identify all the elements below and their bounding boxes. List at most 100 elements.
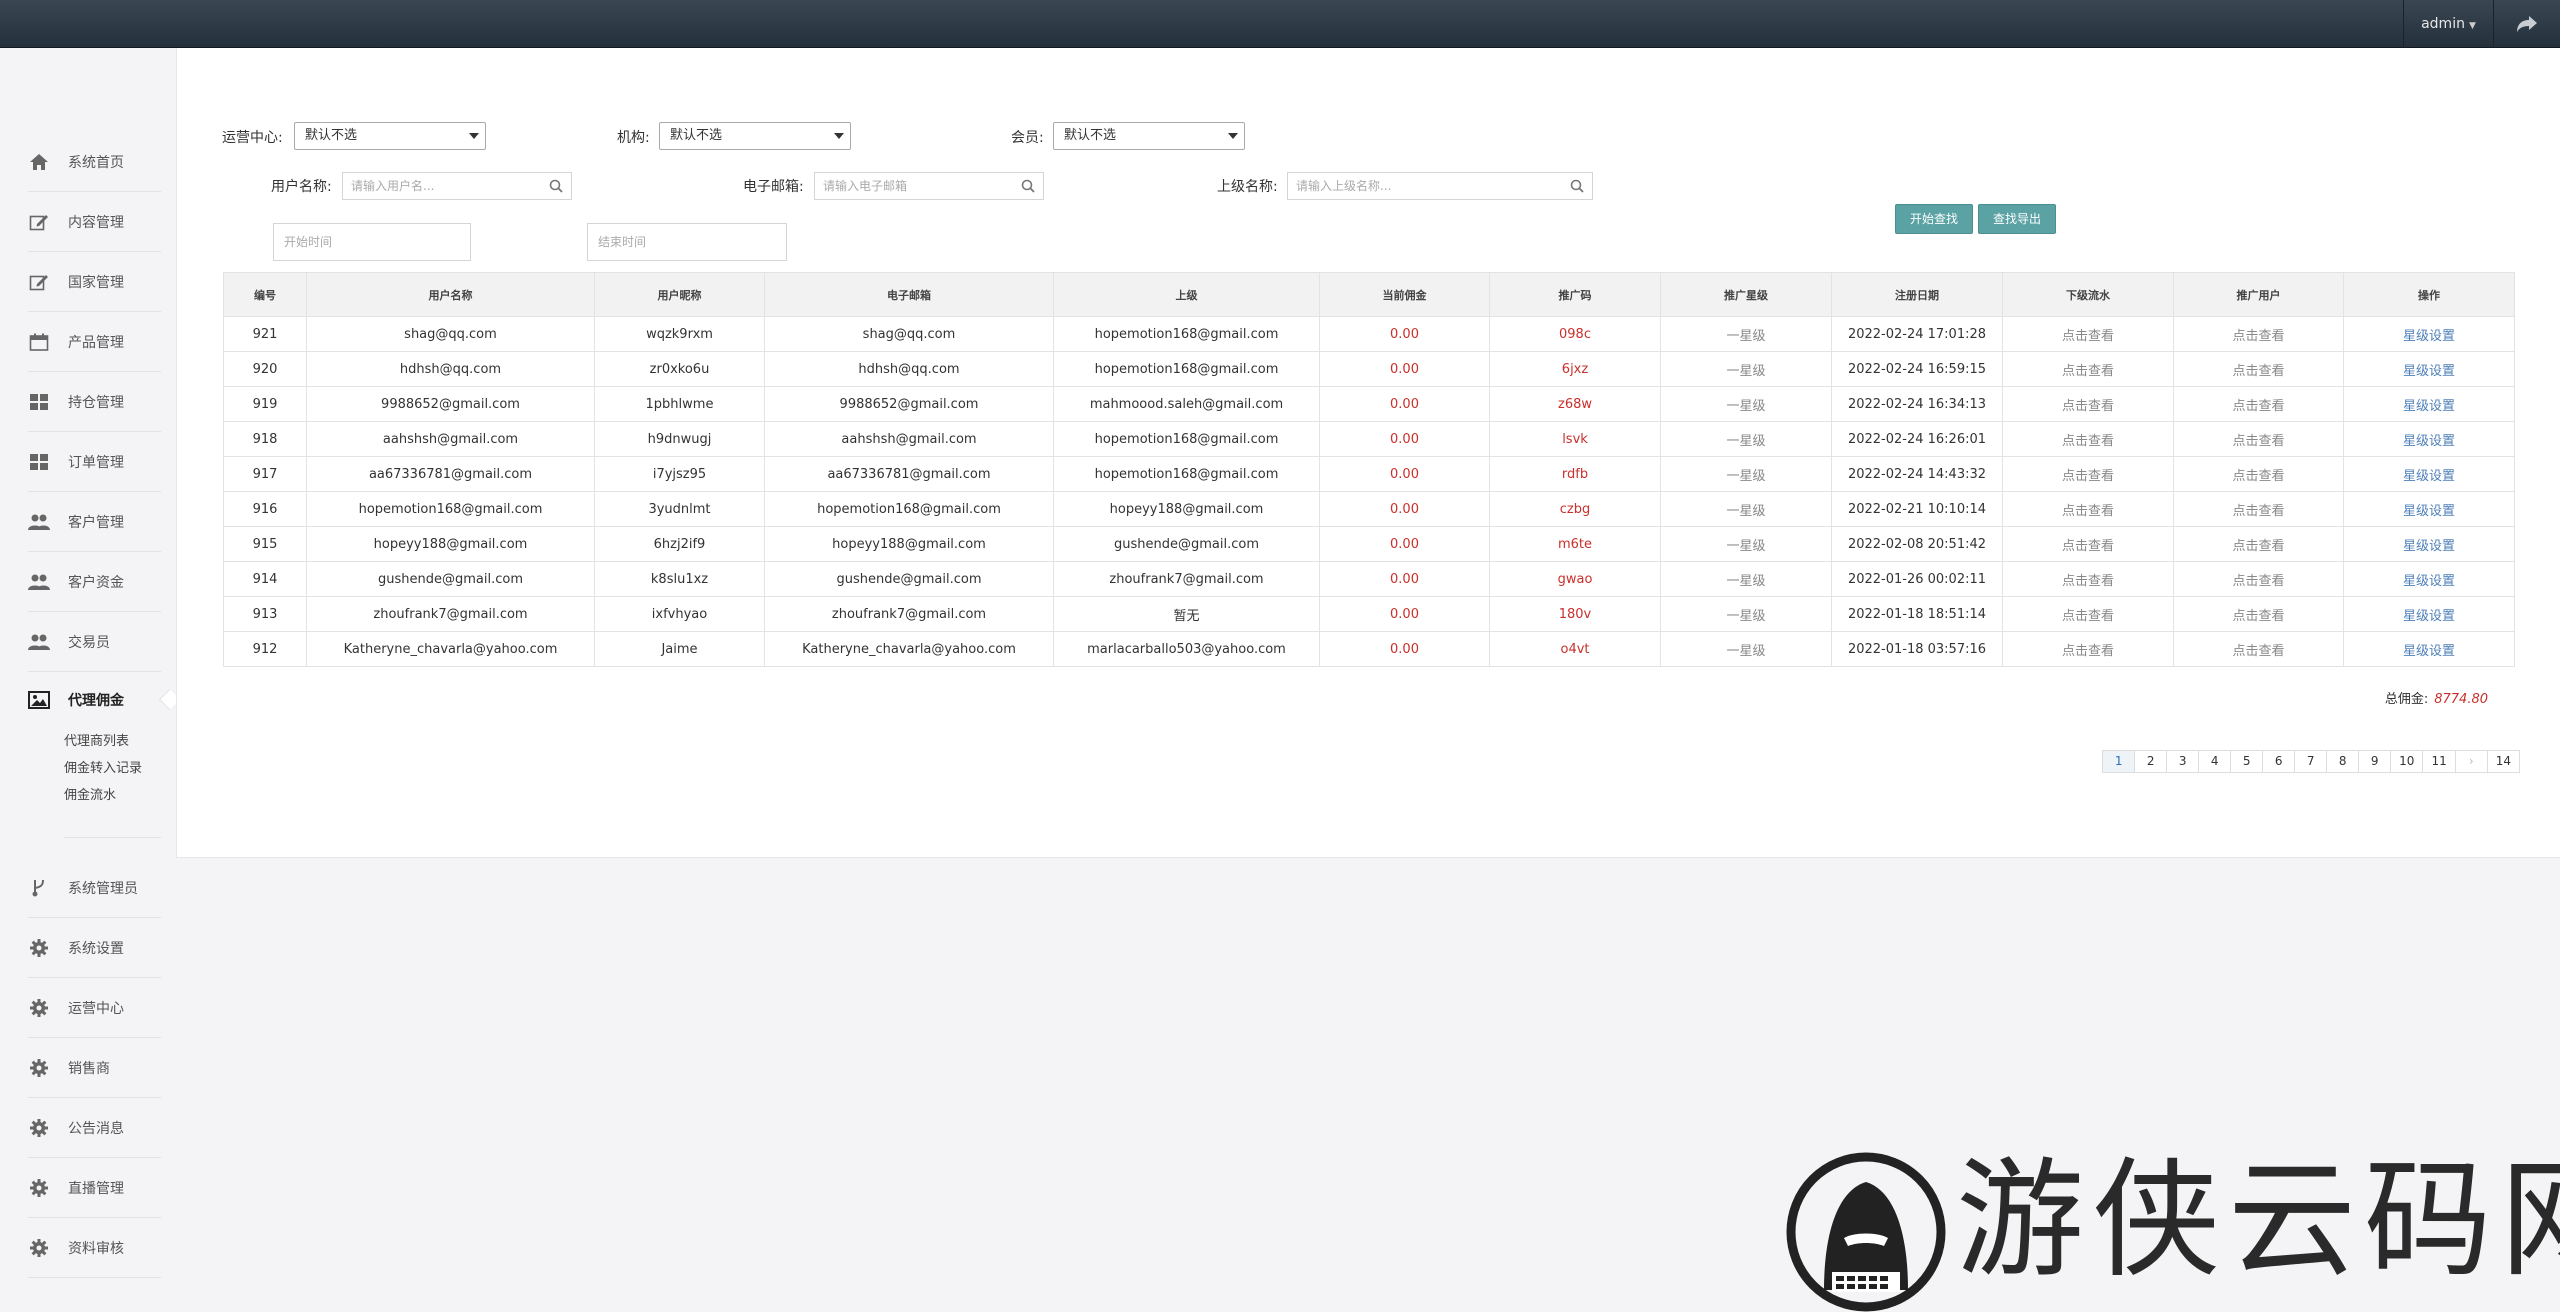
email-input[interactable]: 请输入电子邮箱: [814, 172, 1044, 200]
table-cell: 180v: [1489, 596, 1661, 632]
view-link[interactable]: 点击查看: [2173, 596, 2344, 632]
sidebar-item-17[interactable]: 资料审核: [28, 1218, 161, 1278]
sidebar-item-1[interactable]: 系统首页: [28, 132, 161, 192]
dropdown-arrow-icon: [834, 133, 844, 139]
sidebar-item-5[interactable]: 持仓管理: [28, 372, 161, 432]
sidebar-item-13[interactable]: 运营中心: [28, 978, 161, 1038]
view-link[interactable]: 点击查看: [2173, 421, 2344, 457]
view-link[interactable]: 点击查看: [2173, 526, 2344, 562]
page-button[interactable]: 6: [2262, 750, 2296, 773]
view-link[interactable]: 点击查看: [2002, 316, 2174, 352]
star-setting-link[interactable]: 星级设置: [2343, 351, 2515, 387]
view-link[interactable]: 点击查看: [2002, 561, 2174, 597]
sidebar-item-6[interactable]: 订单管理: [28, 432, 161, 492]
page-button[interactable]: 5: [2230, 750, 2264, 773]
logout-button[interactable]: [2493, 0, 2560, 48]
page-button[interactable]: 3: [2166, 750, 2200, 773]
sidebar-item-10[interactable]: 代理佣金: [28, 672, 161, 728]
member-select[interactable]: 默认不选: [1053, 122, 1245, 150]
org-select[interactable]: 默认不选: [659, 122, 851, 150]
sidebar-item-14[interactable]: 销售商: [28, 1038, 161, 1098]
page-button[interactable]: 9: [2358, 750, 2392, 773]
subnav-item-1[interactable]: 代理商列表: [64, 728, 161, 755]
star-setting-link[interactable]: 星级设置: [2343, 631, 2515, 667]
view-link[interactable]: 点击查看: [2002, 596, 2174, 632]
star-setting-link[interactable]: 星级设置: [2343, 316, 2515, 352]
star-setting-link[interactable]: 星级设置: [2343, 596, 2515, 632]
view-link[interactable]: 点击查看: [2173, 351, 2344, 387]
sidebar-item-7[interactable]: 客户管理: [28, 492, 161, 552]
view-link[interactable]: 点击查看: [2002, 386, 2174, 422]
page-button[interactable]: 10: [2390, 750, 2424, 773]
view-link[interactable]: 点击查看: [2002, 351, 2174, 387]
username-input[interactable]: 请输入用户名...: [342, 172, 572, 200]
center-select[interactable]: 默认不选: [294, 122, 486, 150]
start-date-input[interactable]: 开始时间: [273, 223, 471, 261]
view-link[interactable]: 点击查看: [2173, 316, 2344, 352]
column-header: 用户名称: [306, 272, 595, 317]
view-link[interactable]: 点击查看: [2002, 456, 2174, 492]
table-cell: hopemotion168@gmail.com: [764, 491, 1054, 527]
sidebar-subnav: 代理商列表 佣金转入记录 佣金流水: [64, 728, 161, 838]
star-setting-link[interactable]: 星级设置: [2343, 561, 2515, 597]
table-cell: h9dnwugj: [594, 421, 765, 457]
chevron-down-icon: ▼: [2468, 21, 2476, 31]
sidebar-item-2[interactable]: 内容管理: [28, 192, 161, 252]
table-cell: 2022-01-18 18:51:14: [1831, 596, 2003, 632]
sidebar-item-16[interactable]: 直播管理: [28, 1158, 161, 1218]
view-link[interactable]: 点击查看: [2173, 561, 2344, 597]
table-cell: z68w: [1489, 386, 1661, 422]
end-date-input[interactable]: 结束时间: [587, 223, 787, 261]
sidebar-item-12[interactable]: 系统设置: [28, 918, 161, 978]
sidebar-item-4[interactable]: 产品管理: [28, 312, 161, 372]
table-cell: gushende@gmail.com: [764, 561, 1054, 597]
page-button[interactable]: 14: [2486, 750, 2520, 773]
table-cell: aa67336781@gmail.com: [764, 456, 1054, 492]
view-link[interactable]: 点击查看: [2173, 491, 2344, 527]
table-cell: 0.00: [1319, 526, 1490, 562]
star-setting-link[interactable]: 星级设置: [2343, 456, 2515, 492]
view-link[interactable]: 点击查看: [2002, 491, 2174, 527]
table-cell: o4vt: [1489, 631, 1661, 667]
table-cell: 920: [223, 351, 307, 387]
column-header: 用户昵称: [594, 272, 765, 317]
sidebar-item-9[interactable]: 交易员: [28, 612, 161, 672]
subnav-item-3[interactable]: 佣金流水: [64, 782, 161, 809]
page-button[interactable]: 7: [2294, 750, 2328, 773]
sidebar-item-15[interactable]: 公告消息: [28, 1098, 161, 1158]
table-cell: gushende@gmail.com: [1053, 526, 1320, 562]
page-button[interactable]: 11: [2422, 750, 2456, 773]
view-link[interactable]: 点击查看: [2002, 421, 2174, 457]
gear-icon: [28, 1118, 50, 1138]
table-cell: czbg: [1489, 491, 1661, 527]
gear-icon: [28, 1238, 50, 1258]
page-button[interactable]: 1: [2102, 750, 2136, 773]
table-cell: 913: [223, 596, 307, 632]
star-setting-link[interactable]: 星级设置: [2343, 421, 2515, 457]
table-cell: hopemotion168@gmail.com: [1053, 456, 1320, 492]
page-button[interactable]: 4: [2198, 750, 2232, 773]
view-link[interactable]: 点击查看: [2173, 631, 2344, 667]
search-button[interactable]: 开始查找: [1895, 204, 1973, 234]
view-link[interactable]: 点击查看: [2173, 386, 2344, 422]
next-page-button[interactable]: ›: [2454, 750, 2488, 773]
export-button[interactable]: 查找导出: [1978, 204, 2056, 234]
view-link[interactable]: 点击查看: [2002, 631, 2174, 667]
view-link[interactable]: 点击查看: [2002, 526, 2174, 562]
page-button[interactable]: 8: [2326, 750, 2360, 773]
search-icon: [1021, 179, 1035, 193]
user-menu[interactable]: admin ▼: [2403, 0, 2493, 48]
view-link[interactable]: 点击查看: [2173, 456, 2344, 492]
parent-input[interactable]: 请输入上级名称...: [1287, 172, 1593, 200]
star-setting-link[interactable]: 星级设置: [2343, 526, 2515, 562]
subnav-item-2[interactable]: 佣金转入记录: [64, 755, 161, 782]
column-header: 推广用户: [2173, 272, 2344, 317]
star-setting-link[interactable]: 星级设置: [2343, 386, 2515, 422]
sidebar-item-11[interactable]: 系统管理员: [28, 858, 161, 918]
star-setting-link[interactable]: 星级设置: [2343, 491, 2515, 527]
page-button[interactable]: 2: [2134, 750, 2168, 773]
sidebar-item-3[interactable]: 国家管理: [28, 252, 161, 312]
sidebar-item-8[interactable]: 客户资金: [28, 552, 161, 612]
table-cell: shag@qq.com: [306, 316, 595, 352]
gear-icon: [28, 1178, 50, 1198]
